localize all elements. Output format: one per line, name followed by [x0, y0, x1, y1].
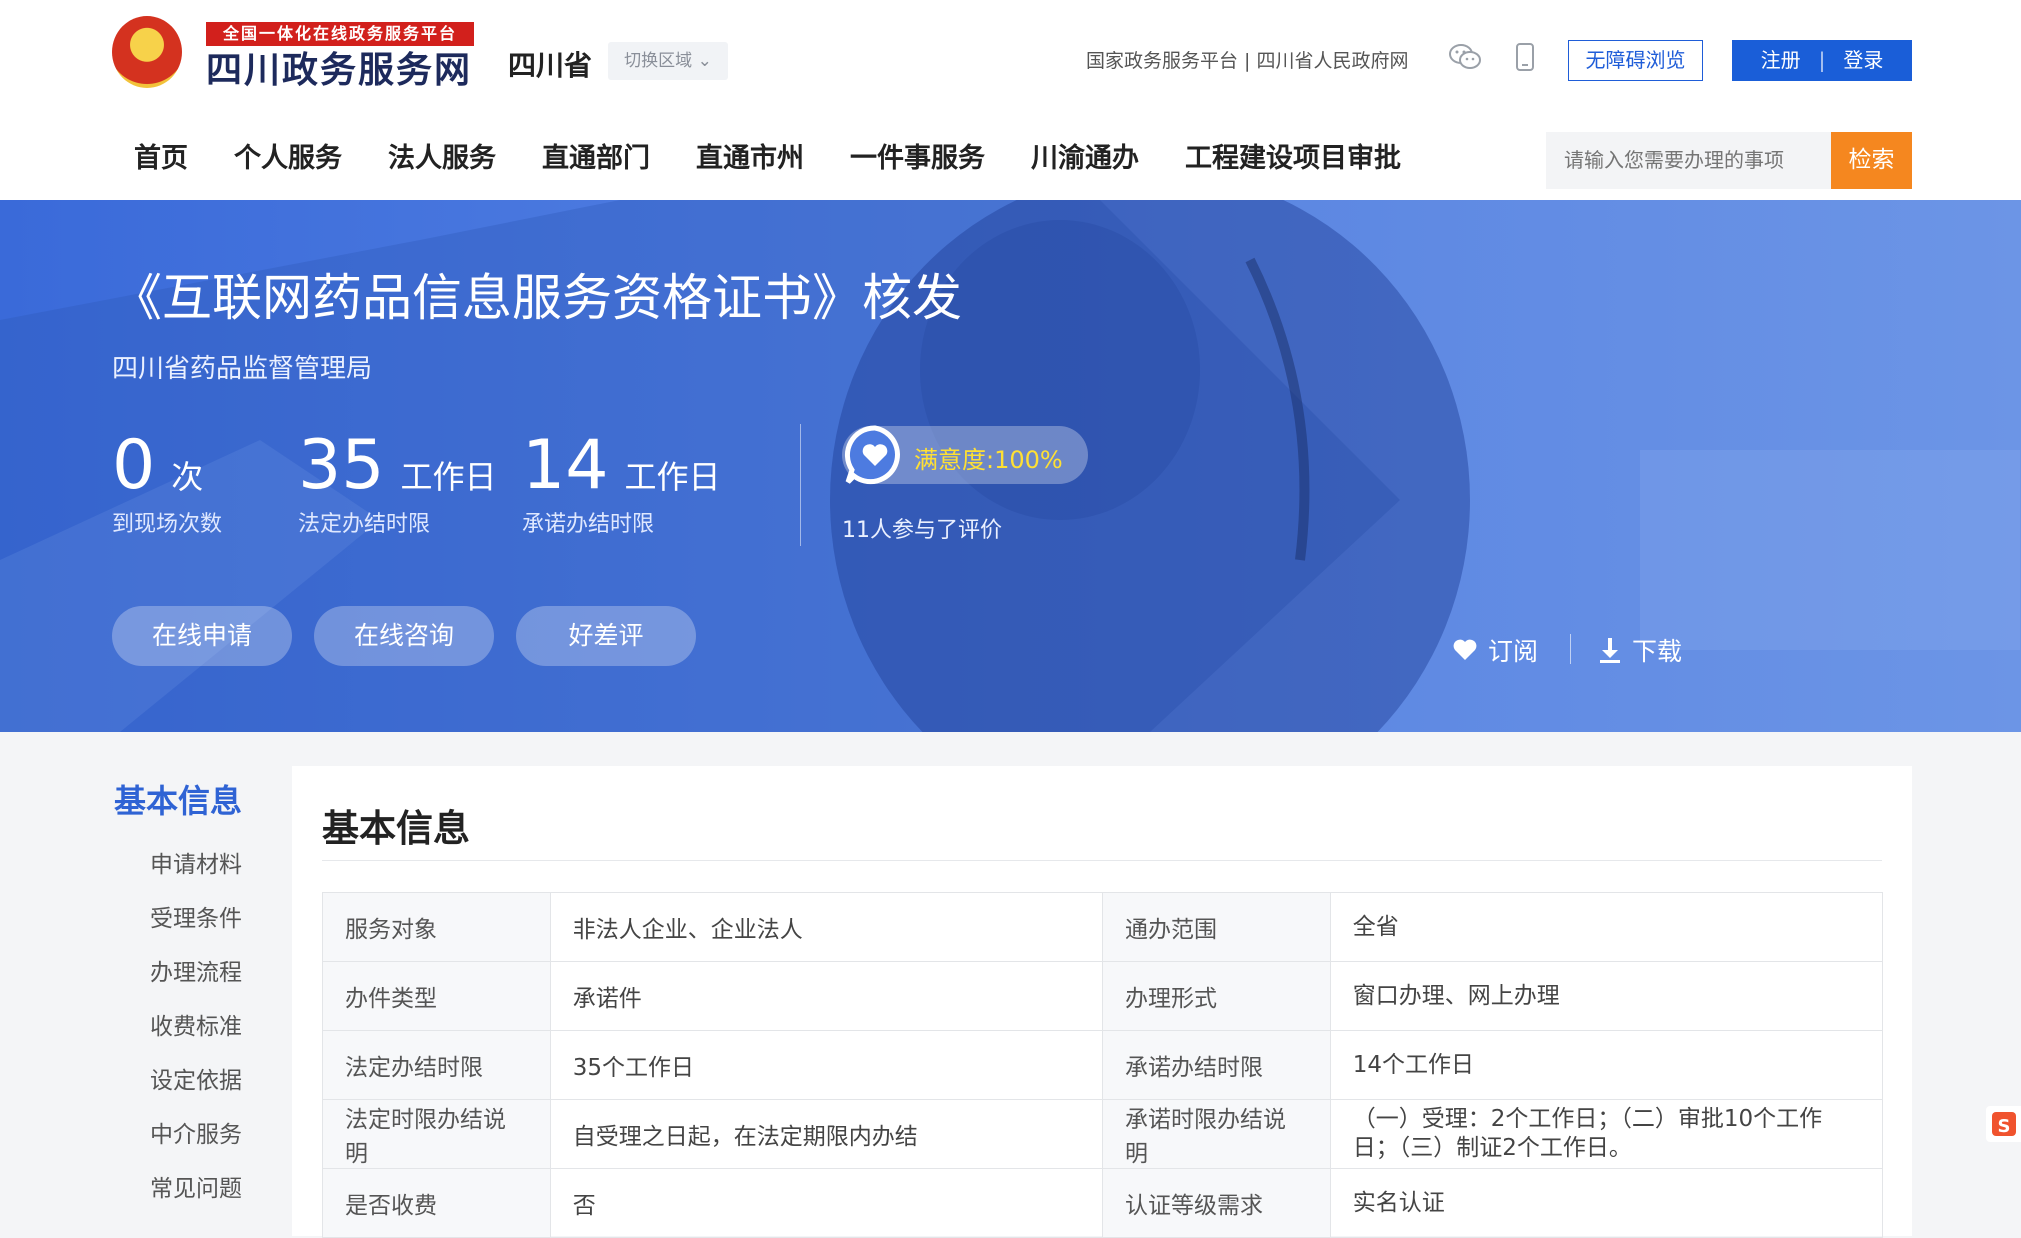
site-header: ★ 全国一体化在线政务服务平台 四川政务服务网 四川省 切换区域 ⌄ 国家政务服… — [0, 0, 2021, 200]
national-emblem-icon[interactable]: ★ — [112, 16, 182, 88]
subscribe-button[interactable]: 订阅 — [1452, 632, 1538, 668]
table-value: 实名认证 — [1329, 1168, 1884, 1238]
heart-chat-icon — [844, 425, 900, 485]
table-key: 承诺时限办结说明 — [1101, 1099, 1331, 1169]
mobile-icon[interactable] — [1514, 42, 1536, 72]
table-row: 是否收费 否 认证等级需求 实名认证 — [322, 1168, 1884, 1238]
table-key: 是否收费 — [322, 1168, 551, 1238]
search-input[interactable] — [1546, 132, 1831, 189]
side-nav-item-fees[interactable]: 收费标准 — [112, 1000, 242, 1054]
table-row: 办件类型 承诺件 办理形式 窗口办理、网上办理 — [322, 961, 1884, 1031]
table-key: 办理形式 — [1101, 961, 1331, 1031]
table-key: 承诺办结时限 — [1101, 1030, 1331, 1100]
basic-info-panel: 基本信息 服务对象 非法人企业、企业法人 通办范围 全省 办件类型 承诺件 办理… — [292, 766, 1912, 1238]
table-value: 非法人企业、企业法人 — [549, 892, 1103, 962]
department-name: 四川省药品监督管理局 — [112, 354, 373, 384]
table-value: 自受理之日起，在法定期限内办结 — [549, 1099, 1103, 1169]
subscribe-label: 订阅 — [1488, 637, 1539, 666]
stat-promised-limit-value: 14 — [522, 426, 609, 505]
consult-online-button[interactable]: 在线咨询 — [314, 606, 494, 666]
table-key: 法定时限办结说明 — [322, 1099, 551, 1169]
download-icon — [1600, 638, 1620, 663]
stat-visits-label: 到现场次数 — [112, 512, 223, 537]
stat-legal-limit: 35 工作日 法定办结时限 — [298, 430, 497, 538]
nav-item-one-thing[interactable]: 一件事服务 — [850, 136, 985, 175]
table-value: （一）受理：2个工作日；（二）审批10个工作日；（三）制证2个工作日。 — [1329, 1099, 1884, 1169]
stat-visits-unit: 次 — [171, 458, 204, 496]
rating-count: 11人参与了评价 — [842, 518, 1002, 543]
panel-divider — [322, 860, 1882, 861]
stat-divider — [800, 424, 801, 546]
nav-item-departments[interactable]: 直通部门 — [542, 136, 650, 175]
side-nav-item-intermediary[interactable]: 中介服务 — [112, 1108, 242, 1162]
heart-icon — [1453, 639, 1477, 660]
side-nav-item-conditions[interactable]: 受理条件 — [112, 892, 242, 946]
auth-buttons: 注册 | 登录 — [1732, 40, 1912, 81]
login-button[interactable]: 登录 — [1825, 40, 1901, 81]
banner-action-separator — [1570, 634, 1571, 664]
nav-item-cities[interactable]: 直通市州 — [696, 136, 804, 175]
table-value: 承诺件 — [549, 961, 1103, 1031]
nav-item-home[interactable]: 首页 — [134, 136, 188, 175]
side-nav-item-materials[interactable]: 申请材料 — [112, 838, 242, 892]
table-value: 35个工作日 — [549, 1030, 1103, 1100]
stat-legal-limit-unit: 工作日 — [400, 458, 497, 496]
table-key: 服务对象 — [322, 892, 551, 962]
table-key: 认证等级需求 — [1101, 1168, 1331, 1238]
stat-promised-limit-unit: 工作日 — [624, 458, 721, 496]
register-button[interactable]: 注册 — [1743, 40, 1819, 81]
table-row: 法定办结时限 35个工作日 承诺办结时限 14个工作日 — [322, 1030, 1884, 1100]
gov-links[interactable]: 国家政务服务平台 | 四川省人民政府网 — [1086, 46, 1408, 73]
nav-item-construction[interactable]: 工程建设项目审批 — [1185, 136, 1401, 175]
region-name: 四川省 — [508, 49, 593, 82]
table-value: 14个工作日 — [1329, 1030, 1884, 1100]
search-button[interactable]: 检索 — [1831, 132, 1912, 189]
nav-item-chuanyu[interactable]: 川渝通办 — [1031, 136, 1139, 175]
main-nav: 首页 个人服务 法人服务 直通部门 直通市州 一件事服务 川渝通办 工程建设项目… — [134, 136, 1447, 175]
side-nav-item-faq[interactable]: 常见问题 — [112, 1162, 242, 1216]
floating-toolbar-icon[interactable]: S — [1986, 1106, 2021, 1142]
stat-visits-value: 0 — [112, 426, 156, 505]
table-row: 法定时限办结说明 自受理之日起，在法定期限内办结 承诺时限办结说明 （一）受理：… — [322, 1099, 1884, 1169]
stat-legal-limit-label: 法定办结时限 — [298, 512, 431, 537]
download-label: 下载 — [1632, 637, 1683, 666]
rating-button[interactable]: 好差评 — [516, 606, 696, 666]
wechat-icon[interactable] — [1448, 42, 1482, 72]
table-row: 服务对象 非法人企业、企业法人 通办范围 全省 — [322, 892, 1884, 962]
accessibility-button[interactable]: 无障碍浏览 — [1568, 40, 1703, 81]
stat-visits: 0次 到现场次数 — [112, 430, 222, 538]
basic-info-table: 服务对象 非法人企业、企业法人 通办范围 全省 办件类型 承诺件 办理形式 窗口… — [322, 892, 1884, 1238]
side-nav-active-item[interactable]: 基本信息 — [112, 776, 242, 822]
auth-separator: | — [1818, 48, 1826, 72]
nav-item-personal[interactable]: 个人服务 — [234, 136, 342, 175]
table-value: 全省 — [1329, 892, 1884, 962]
stat-legal-limit-value: 35 — [298, 426, 385, 505]
side-nav: 基本信息 申请材料 受理条件 办理流程 收费标准 设定依据 中介服务 常见问题 — [112, 776, 242, 1216]
table-key: 法定办结时限 — [322, 1030, 551, 1100]
svg-text:S: S — [1998, 1116, 2011, 1137]
table-key: 通办范围 — [1101, 892, 1331, 962]
table-value: 窗口办理、网上办理 — [1329, 961, 1884, 1031]
panel-title: 基本信息 — [322, 807, 470, 850]
side-nav-item-process[interactable]: 办理流程 — [112, 946, 242, 1000]
logo-tagline[interactable]: 全国一体化在线政务服务平台 — [206, 22, 474, 46]
region-switch-button[interactable]: 切换区域 ⌄ — [608, 42, 728, 80]
download-button[interactable]: 下载 — [1598, 632, 1682, 668]
sogou-input-icon: S — [1992, 1112, 2016, 1137]
apply-online-button[interactable]: 在线申请 — [112, 606, 292, 666]
nav-item-legal-person[interactable]: 法人服务 — [388, 136, 496, 175]
satisfaction-rate: 满意度:100% — [914, 446, 1063, 474]
side-nav-item-basis[interactable]: 设定依据 — [112, 1054, 242, 1108]
service-title: 《互联网药品信息服务资格证书》核发 — [112, 269, 962, 327]
stat-promised-limit: 14 工作日 承诺办结时限 — [522, 430, 721, 538]
table-value: 否 — [549, 1168, 1103, 1238]
table-key: 办件类型 — [322, 961, 551, 1031]
logo-site-name[interactable]: 四川政务服务网 — [206, 48, 486, 90]
stat-promised-limit-label: 承诺办结时限 — [522, 512, 655, 537]
